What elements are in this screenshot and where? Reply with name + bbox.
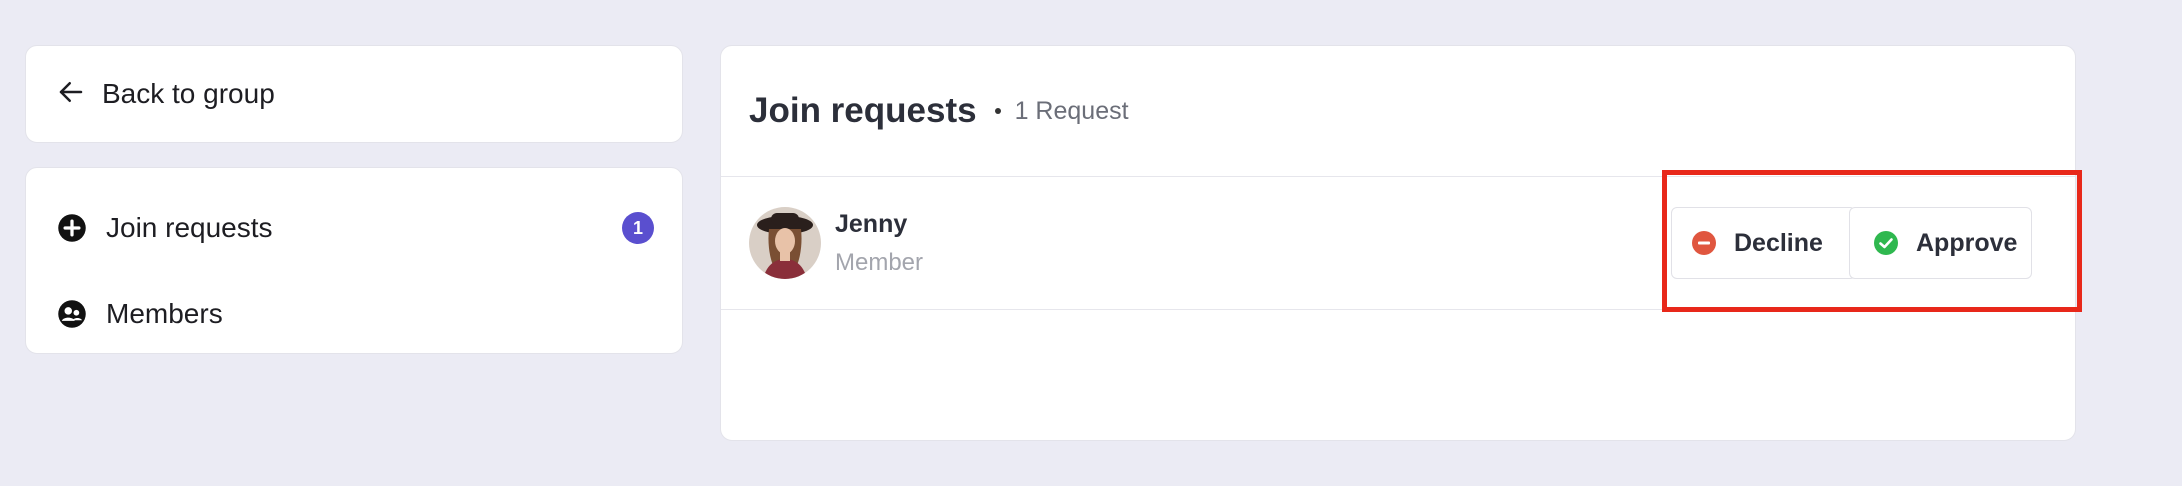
sidebar-item-join-requests[interactable]: Join requests 1 [56,198,654,258]
approve-button[interactable]: Approve [1849,207,2032,279]
approve-label: Approve [1916,228,2018,257]
members-icon [56,298,88,330]
join-requests-panel: Join requests 1 Request Jenny Member Dec… [720,45,2076,441]
plus-circle-icon [56,212,88,244]
decline-label: Decline [1734,228,1823,257]
user-name: Jenny [835,209,908,238]
avatar[interactable] [749,207,821,279]
back-card: Back to group [25,45,683,143]
user-info: Jenny Member [835,210,923,277]
count-badge: 1 [622,212,654,244]
back-to-group-link[interactable]: Back to group [56,46,275,142]
arrow-left-icon [56,77,86,112]
panel-header: Join requests 1 Request [749,46,1129,176]
decline-button[interactable]: Decline [1671,207,1856,279]
sidebar-item-label: Members [106,298,223,329]
page-title: Join requests [749,91,977,130]
user-role: Member [835,248,924,276]
separator-dot [994,108,1001,114]
check-circle-icon [1874,231,1898,255]
sidebar-nav: Join requests 1 Members [25,167,683,354]
divider [721,309,2075,310]
minus-circle-icon [1692,231,1716,255]
sidebar-item-members[interactable]: Members [56,284,654,344]
sidebar-item-label: Join requests [106,212,273,243]
back-to-group-label: Back to group [102,78,275,109]
request-count: 1 Request [1014,96,1129,125]
